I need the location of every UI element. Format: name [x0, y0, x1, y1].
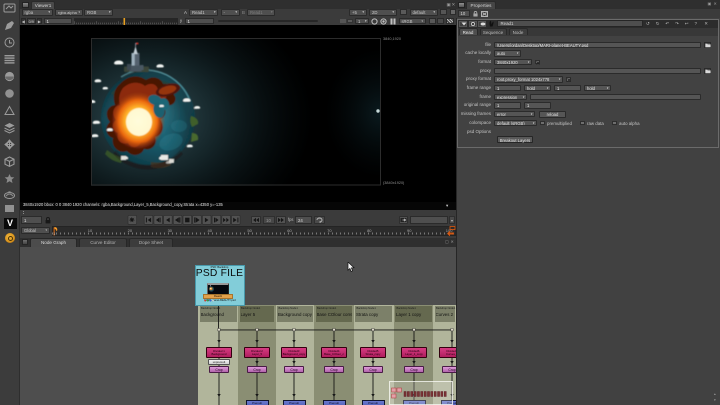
svg-text:30: 30 [168, 228, 173, 233]
svg-text:40: 40 [207, 228, 212, 233]
svg-text:60: 60 [287, 228, 292, 233]
svg-text:1: 1 [53, 231, 56, 236]
svg-text:90: 90 [407, 228, 412, 233]
svg-text:50: 50 [247, 228, 252, 233]
svg-text:80: 80 [367, 228, 372, 233]
svg-text:70: 70 [327, 228, 332, 233]
svg-text:20: 20 [128, 228, 133, 233]
svg-text:10: 10 [88, 228, 93, 233]
